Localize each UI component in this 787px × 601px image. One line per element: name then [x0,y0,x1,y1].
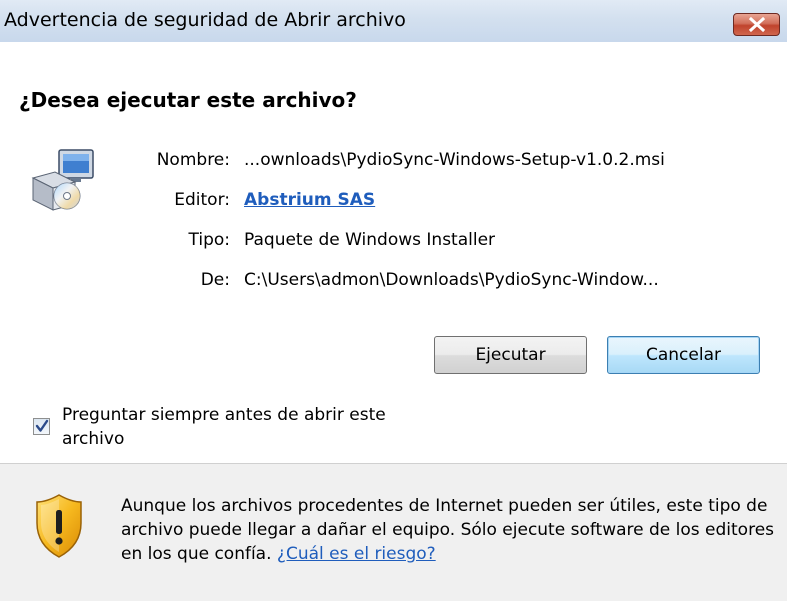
publisher-label: Editor: [174,190,230,210]
dialog-question: ¿Desea ejecutar este archivo? [19,88,357,112]
window-title: Advertencia de seguridad de Abrir archiv… [4,9,406,31]
warning-shield-icon [36,494,82,558]
checkmark-icon [35,419,49,432]
run-button[interactable]: Ejecutar [434,336,587,374]
risk-link[interactable]: ¿Cuál es el riesgo? [277,544,436,564]
publisher-link[interactable]: Abstrium SAS [244,190,375,210]
title-bar[interactable]: Advertencia de seguridad de Abrir archiv… [0,0,787,42]
type-label: Tipo: [188,230,230,250]
type-value: Paquete de Windows Installer [244,230,496,250]
name-value: ...ownloads\PydioSync-Windows-Setup-v1.0… [244,150,665,170]
from-label: De: [200,270,230,290]
cancel-button[interactable]: Cancelar [607,336,760,374]
from-value: C:\Users\admon\Downloads\PydioSync-Windo… [244,270,659,290]
close-icon [749,17,765,32]
always-ask-checkbox[interactable] [33,418,50,435]
close-button[interactable] [733,13,780,36]
warning-message: Aunque los archivos procedentes de Inter… [121,494,781,566]
security-warning-dialog: Advertencia de seguridad de Abrir archiv… [0,0,787,601]
name-label: Nombre: [156,150,230,170]
warning-text: Aunque los archivos procedentes de Inter… [121,496,775,564]
always-ask-label[interactable]: Preguntar siempre antes de abrir este ar… [62,403,442,451]
